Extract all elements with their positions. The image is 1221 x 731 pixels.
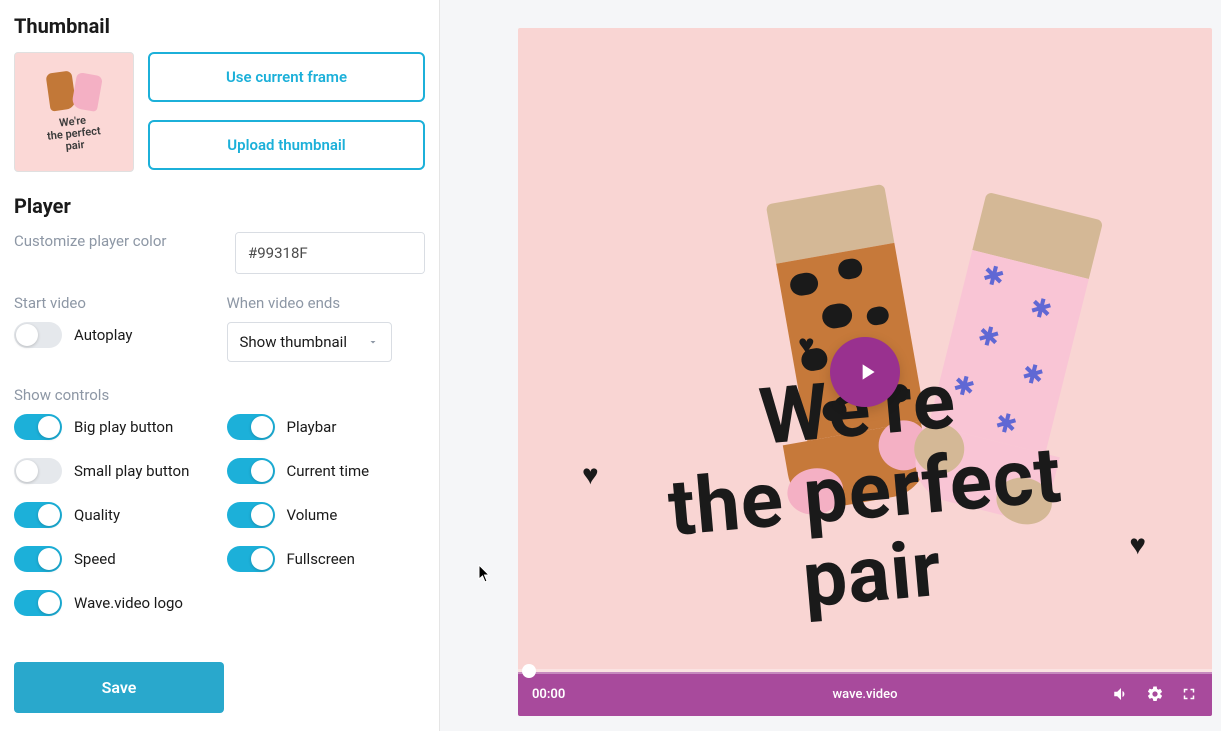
wave-logo-toggle[interactable] [14, 590, 62, 616]
playbar-label: Playbar [287, 418, 337, 436]
player-color-label: Customize player color [14, 232, 221, 250]
heart-decoration: ♥ [798, 328, 815, 361]
fullscreen-icon[interactable] [1180, 685, 1198, 703]
speed-toggle[interactable] [14, 546, 62, 572]
big-play-button-label: Big play button [74, 418, 173, 436]
when-ends-value: Show thumbnail [240, 333, 347, 351]
small-play-button-toggle[interactable] [14, 458, 62, 484]
when-ends-label: When video ends [227, 294, 426, 312]
progress-track[interactable] [518, 669, 1212, 674]
small-play-button-label: Small play button [74, 462, 189, 480]
big-play-button-toggle[interactable] [14, 414, 62, 440]
show-controls-label: Show controls [14, 386, 425, 404]
playbar-toggle[interactable] [227, 414, 275, 440]
fullscreen-label: Fullscreen [287, 550, 355, 568]
chevron-down-icon [367, 336, 379, 348]
gear-icon[interactable] [1146, 685, 1164, 703]
player-section-title: Player [14, 194, 425, 218]
current-time-label: Current time [287, 462, 370, 480]
big-play-button[interactable] [830, 337, 900, 407]
start-video-label: Start video [14, 294, 213, 312]
quality-toggle[interactable] [14, 502, 62, 528]
volume-label: Volume [287, 506, 338, 524]
save-button[interactable]: Save [14, 662, 224, 713]
settings-sidebar: Thumbnail We're the perfect pair Use cur… [0, 0, 440, 731]
current-time-display: 00:00 [532, 687, 565, 702]
use-current-frame-button[interactable]: Use current frame [148, 52, 425, 102]
quality-label: Quality [74, 506, 120, 524]
thumbnail-section-title: Thumbnail [14, 14, 425, 38]
player-color-input[interactable] [235, 232, 425, 274]
volume-icon[interactable] [1112, 685, 1130, 703]
player-brand-label: wave.video [833, 687, 898, 702]
thumbnail-socks-art [44, 72, 104, 112]
video-player[interactable]: ✱ ✱ ✱ ✱ ✱ ✱ ♥ ♥ ♥ We're the perfect pair [518, 28, 1212, 716]
volume-toggle[interactable] [227, 502, 275, 528]
progress-handle[interactable] [522, 664, 536, 678]
thumbnail-preview-text: We're the perfect pair [45, 113, 102, 155]
color-hex-field[interactable] [236, 233, 425, 273]
preview-area: ✱ ✱ ✱ ✱ ✱ ✱ ♥ ♥ ♥ We're the perfect pair [440, 0, 1221, 731]
when-ends-select[interactable]: Show thumbnail [227, 322, 392, 362]
thumbnail-actions: Use current frame Upload thumbnail [148, 52, 425, 172]
speed-label: Speed [74, 550, 116, 568]
current-time-toggle[interactable] [227, 458, 275, 484]
thumbnail-row: We're the perfect pair Use current frame… [14, 52, 425, 172]
thumbnail-preview[interactable]: We're the perfect pair [14, 52, 134, 172]
fullscreen-toggle[interactable] [227, 546, 275, 572]
upload-thumbnail-button[interactable]: Upload thumbnail [148, 120, 425, 170]
wave-logo-label: Wave.video logo [74, 594, 183, 612]
player-control-bar: 00:00 wave.video [518, 672, 1212, 716]
autoplay-toggle[interactable] [14, 322, 62, 348]
play-icon [854, 359, 880, 385]
autoplay-label: Autoplay [74, 326, 133, 344]
